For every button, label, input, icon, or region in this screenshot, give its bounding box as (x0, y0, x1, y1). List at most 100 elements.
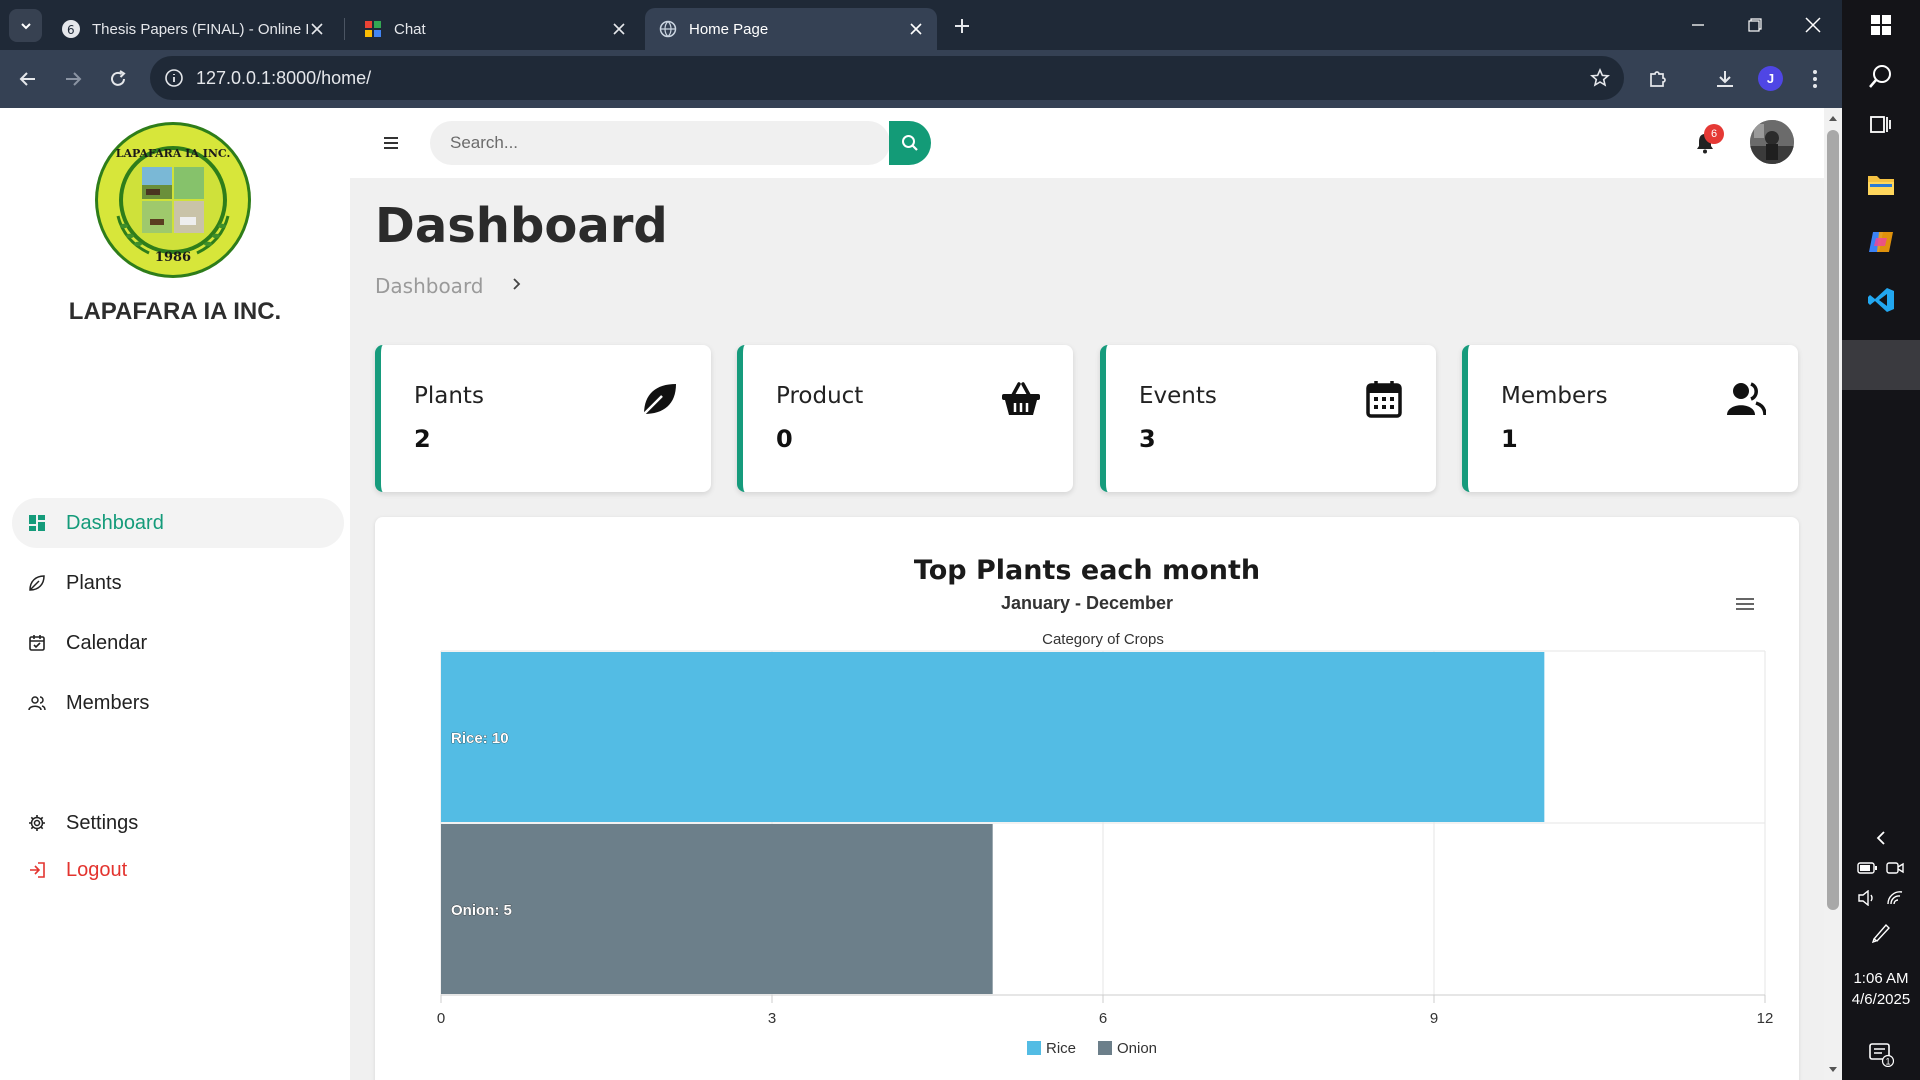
tab-thesis-papers[interactable]: 6 Thesis Papers (FINAL) - Online L (48, 8, 338, 50)
search-input[interactable] (430, 121, 890, 165)
tab-search-button[interactable] (9, 9, 42, 42)
users-icon (1726, 379, 1766, 419)
url-text: 127.0.0.1:8000/home/ (196, 68, 372, 88)
leaf-icon (639, 379, 679, 419)
notification-badge: 6 (1704, 124, 1724, 144)
clock-time: 1:06 AM (1853, 970, 1909, 987)
pen-icon[interactable] (1861, 912, 1901, 952)
chevron-right-icon (510, 274, 524, 294)
browser-tab-bar: 6 Thesis Papers (FINAL) - Online L Chat … (0, 0, 1842, 50)
sidebar-item-settings[interactable]: Settings (12, 798, 344, 848)
close-icon[interactable] (907, 20, 925, 38)
user-avatar[interactable] (1750, 120, 1794, 164)
arrow-left-icon (19, 72, 35, 86)
sidebar-item-members[interactable]: Members (12, 678, 344, 728)
close-icon[interactable] (610, 20, 628, 38)
notification-icon: 1 (1869, 1043, 1894, 1067)
chevron-left-icon (1876, 831, 1885, 845)
address-bar[interactable]: 127.0.0.1:8000/home/ (150, 56, 1624, 100)
kebab-menu-icon (1813, 70, 1817, 88)
sidebar-item-label: Settings (66, 811, 139, 834)
bar-onion (441, 824, 993, 994)
sidebar-item-label: Logout (66, 858, 128, 881)
legend-label: Rice (1046, 1040, 1076, 1057)
x-axis-title: Category of Crops (1042, 631, 1164, 648)
minimize-icon (1692, 24, 1704, 26)
notification-count: 1 (1885, 1057, 1890, 1067)
clock-date: 4/6/2025 (1851, 991, 1911, 1008)
sidebar-item-plants[interactable]: Plants (12, 558, 344, 608)
breadcrumb[interactable]: Dashboard (375, 274, 484, 298)
globe-icon (659, 20, 677, 38)
bookmark-star-icon (1590, 68, 1610, 87)
card-label: Events (1139, 383, 1217, 409)
copilot-button[interactable] (1861, 222, 1901, 262)
card-label: Members (1501, 383, 1608, 409)
x-tick-label: 9 (1430, 1010, 1438, 1027)
sidebar-item-label: Members (66, 691, 150, 714)
logo-ring-text: LAPAFARA IA INC. (116, 147, 231, 160)
legend-swatch (1098, 1041, 1112, 1055)
close-window-button[interactable] (1798, 10, 1828, 40)
vscode-button[interactable] (1861, 280, 1901, 320)
tab-home-page[interactable]: Home Page (645, 8, 937, 50)
bar-chart: Category of Crops Rice: 10 Onion: 5 0 3 6 9 12 R… (437, 631, 1774, 1057)
copilot-icon (1869, 232, 1893, 252)
close-icon[interactable] (308, 20, 326, 38)
new-tab-button[interactable] (948, 12, 976, 40)
stat-card-product[interactable]: Product 0 (737, 345, 1073, 492)
calendar-icon (28, 634, 46, 652)
tab-chat[interactable]: Chat (350, 8, 640, 50)
forward-button[interactable] (58, 64, 88, 94)
calendar-icon (1364, 379, 1404, 419)
start-button[interactable] (1861, 5, 1901, 45)
sidebar-item-label: Dashboard (66, 511, 164, 534)
downloads-button[interactable] (1710, 64, 1740, 94)
users-icon (28, 694, 46, 712)
card-value: 3 (1139, 425, 1156, 453)
site-info-icon (165, 69, 183, 87)
menu-toggle-button[interactable] (378, 130, 404, 156)
stat-card-events[interactable]: Events 3 (1100, 345, 1436, 492)
vscode-icon (1868, 288, 1894, 312)
reload-icon (111, 70, 126, 86)
task-view-button[interactable] (1861, 104, 1901, 144)
bar-rice (441, 652, 1545, 822)
search-button[interactable] (889, 121, 931, 165)
search-icon (1869, 65, 1891, 88)
data-label: Rice: 10 (451, 730, 509, 747)
taskbar-search-button[interactable] (1861, 56, 1901, 96)
basket-icon (1001, 379, 1041, 419)
brand-name: LAPAFARA IA INC. (68, 298, 282, 325)
card-value: 0 (776, 425, 793, 453)
sidebar-item-logout[interactable]: Logout (12, 845, 344, 895)
plus-icon (955, 19, 969, 33)
x-tick-label: 12 (1757, 1010, 1774, 1027)
chevron-down-icon (20, 22, 31, 29)
sidebar-item-dashboard[interactable]: Dashboard (12, 498, 344, 548)
chart-card: Top Plants each month January - December… (375, 517, 1799, 1080)
profile-avatar[interactable]: J (1758, 66, 1783, 91)
stat-card-members[interactable]: Members 1 (1462, 345, 1798, 492)
scrollbar-thumb[interactable] (1827, 130, 1839, 910)
sidebar-nav-panel: Dashboard Plants Calendar Members Settin… (0, 383, 350, 1080)
notification-center-button[interactable]: 1 (1861, 1034, 1901, 1074)
data-label: Onion: 5 (451, 902, 512, 919)
arrow-right-icon (66, 72, 82, 86)
x-tick-label: 0 (437, 1010, 445, 1027)
system-clock[interactable]: 1:06 AM 4/6/2025 (1842, 968, 1920, 1010)
browser-menu-button[interactable] (1800, 64, 1830, 94)
extensions-button[interactable] (1643, 64, 1673, 94)
tab-title: Thesis Papers (FINAL) - Online L (92, 20, 308, 38)
scroll-down-arrow-icon (1829, 1067, 1837, 1072)
restore-button[interactable] (1740, 10, 1770, 40)
file-explorer-button[interactable] (1861, 164, 1901, 204)
reload-button[interactable] (103, 64, 133, 94)
back-button[interactable] (13, 64, 43, 94)
logout-icon (28, 861, 46, 879)
minimize-button[interactable] (1683, 10, 1713, 40)
windows-logo-icon (1871, 15, 1891, 35)
sidebar-item-calendar[interactable]: Calendar (12, 618, 344, 668)
organization-logo: 1986 LAPAFARA IA INC. (95, 122, 251, 278)
stat-card-plants[interactable]: Plants 2 (375, 345, 711, 492)
